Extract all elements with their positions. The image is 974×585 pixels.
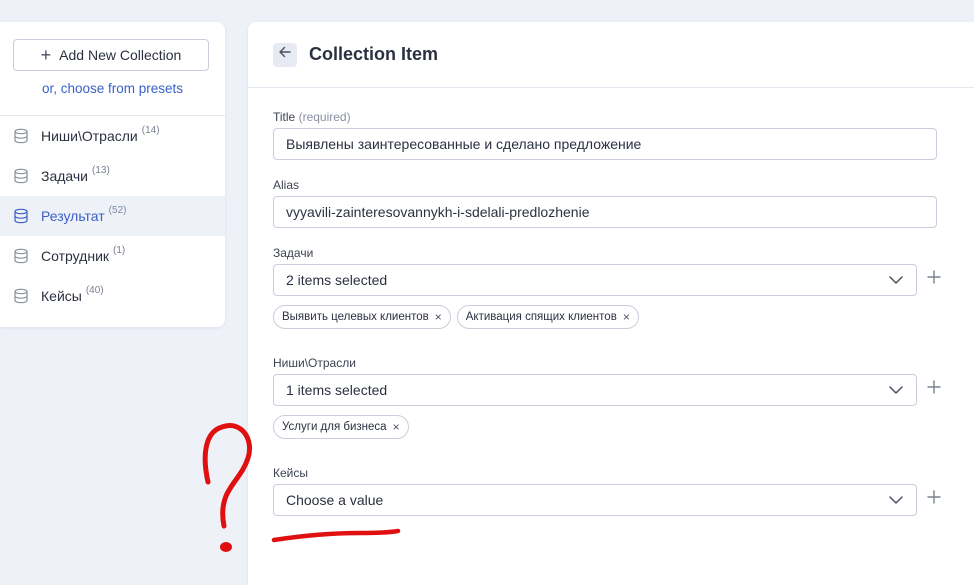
chip-label: Услуги для бизнеса <box>282 421 387 433</box>
nishi-field-label: Ниши\Отрасли <box>273 356 356 370</box>
nishi-select[interactable]: 1 items selected <box>273 374 917 406</box>
close-icon[interactable]: × <box>435 311 442 323</box>
sidebar-item-count: (1) <box>113 244 126 256</box>
selected-chip: Услуги для бизнеса × <box>273 415 409 439</box>
sidebar-item-count: (13) <box>92 164 110 176</box>
zadachi-field-label: Задачи <box>273 246 314 260</box>
sidebar-item-label: Ниши\Отрасли <box>41 128 138 144</box>
zadachi-chips: Выявить целевых клиентов × Активация спя… <box>273 305 639 329</box>
sidebar-item-label: Задачи <box>41 168 89 184</box>
sidebar-item-label: Сотрудник <box>41 248 110 264</box>
zadachi-select-value: 2 items selected <box>286 272 388 288</box>
plus-icon <box>927 379 941 399</box>
sidebar-item-keysy[interactable]: Кейсы (40) <box>0 276 225 316</box>
database-icon <box>13 288 29 304</box>
back-button[interactable] <box>273 42 297 67</box>
close-icon[interactable]: × <box>393 421 400 433</box>
zadachi-add-button[interactable] <box>925 269 943 289</box>
close-icon[interactable]: × <box>623 311 630 323</box>
page-title: Collection Item <box>309 44 439 64</box>
alias-field-label: Alias <box>273 178 300 192</box>
choose-presets-link[interactable]: or, choose from presets <box>0 81 225 96</box>
sidebar-item-count: (52) <box>108 204 127 216</box>
sidebar-item-count: (40) <box>85 284 104 296</box>
collection-list: Ниши\Отрасли (14) Задачи (13) Результат … <box>0 116 225 316</box>
required-note: (required) <box>298 110 351 124</box>
sidebar-item-nishi[interactable]: Ниши\Отрасли (14) <box>0 116 225 156</box>
question-mark-dot <box>220 542 232 552</box>
nishi-select-value: 1 items selected <box>286 382 388 398</box>
keysy-select-value: Choose a value <box>286 492 384 508</box>
nishi-chips: Услуги для бизнеса × <box>273 415 409 439</box>
keysy-field-label: Кейсы <box>273 466 308 480</box>
title-field-label: Title (required) <box>273 110 351 124</box>
question-mark-stroke <box>202 423 252 529</box>
selected-chip: Выявить целевых клиентов × <box>273 305 451 329</box>
alias-input[interactable]: vyyavili-zainteresovannykh-i-sdelali-pre… <box>273 196 937 228</box>
sidebar-item-label: Кейсы <box>41 288 82 304</box>
title-input[interactable]: Выявлены заинтересованные и сделано пред… <box>273 128 937 160</box>
selected-chip: Активация спящих клиентов × <box>456 305 639 329</box>
chevron-down-icon <box>888 492 904 508</box>
sidebar-item-rezultat[interactable]: Результат (52) <box>0 196 225 236</box>
chip-label: Активация спящих клиентов <box>465 311 617 323</box>
sidebar-item-sotrudnik[interactable]: Сотрудник (1) <box>0 236 225 276</box>
title-label-text: Title <box>273 110 296 124</box>
database-icon <box>13 128 29 144</box>
plus-icon: + <box>40 45 52 65</box>
keysy-add-button[interactable] <box>925 489 943 509</box>
database-icon <box>13 208 29 224</box>
database-icon <box>13 168 29 184</box>
add-new-collection-label: Add New Collection <box>59 47 182 63</box>
chip-label: Выявить целевых клиентов <box>282 311 429 323</box>
database-icon <box>13 248 29 264</box>
sidebar-item-zadachi[interactable]: Задачи (13) <box>0 156 225 196</box>
sidebar-item-count: (14) <box>141 124 160 136</box>
chevron-down-icon <box>888 272 904 288</box>
arrow-left-icon <box>278 45 292 64</box>
collection-item-panel: Collection Item Title (required) Выявлен… <box>248 22 974 585</box>
collections-sidebar: + Add New Collection or, choose from pre… <box>0 22 225 327</box>
panel-header: Collection Item <box>248 22 974 88</box>
keysy-select[interactable]: Choose a value <box>273 484 917 516</box>
plus-icon <box>927 489 941 509</box>
sidebar-item-label: Результат <box>41 208 105 224</box>
nishi-add-button[interactable] <box>925 379 943 399</box>
zadachi-select[interactable]: 2 items selected <box>273 264 917 296</box>
add-new-collection-button[interactable]: + Add New Collection <box>13 39 209 71</box>
chevron-down-icon <box>888 382 904 398</box>
plus-icon <box>927 269 941 289</box>
